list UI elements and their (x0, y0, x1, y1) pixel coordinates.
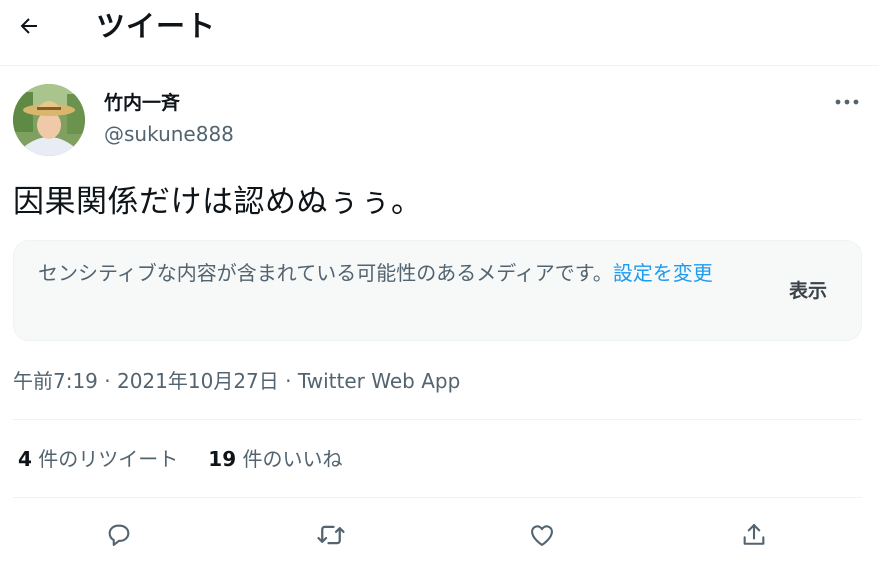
sensitive-media-text: センシティブな内容が含まれている可能性のあるメディアです。設定を変更 (38, 258, 758, 289)
author-name[interactable]: 竹内一斉 (104, 90, 180, 116)
tweet-timestamp[interactable]: 午前7:19 · 2021年10月27日 · Twitter Web App (13, 367, 460, 395)
retweets-label: 件のリツイート (38, 447, 179, 471)
retweets-stat[interactable]: 4 件のリツイート (18, 447, 178, 471)
page-title: ツイート (96, 9, 217, 43)
author-handle[interactable]: @sukune888 (104, 121, 234, 147)
sensitive-media-warning: センシティブな内容が含まれている可能性のあるメディアです。設定を変更 表示 (13, 240, 862, 341)
show-media-button[interactable]: 表示 (774, 277, 842, 305)
likes-label: 件のいいね (242, 447, 343, 471)
avatar[interactable] (13, 84, 85, 156)
likes-count: 19 (208, 447, 237, 471)
divider (0, 65, 879, 66)
share-icon[interactable] (736, 517, 772, 553)
divider (13, 497, 862, 498)
top-bar: ツイート (0, 0, 879, 54)
more-icon[interactable] (830, 92, 864, 112)
retweets-count: 4 (18, 447, 32, 471)
reply-icon[interactable] (101, 517, 137, 553)
arrow-left-icon[interactable] (14, 11, 44, 41)
change-settings-link[interactable]: 設定を変更 (613, 261, 713, 285)
retweet-icon[interactable] (313, 517, 349, 553)
tweet-text: 因果関係だけは認めぬぅぅ。 (13, 184, 423, 220)
likes-stat[interactable]: 19 件のいいね (208, 447, 342, 471)
divider (13, 419, 862, 420)
tweet-stats: 4 件のリツイート 19 件のいいね (18, 445, 342, 473)
sensitive-media-message: センシティブな内容が含まれている可能性のあるメディアです。 (38, 261, 613, 285)
like-icon[interactable] (524, 517, 560, 553)
